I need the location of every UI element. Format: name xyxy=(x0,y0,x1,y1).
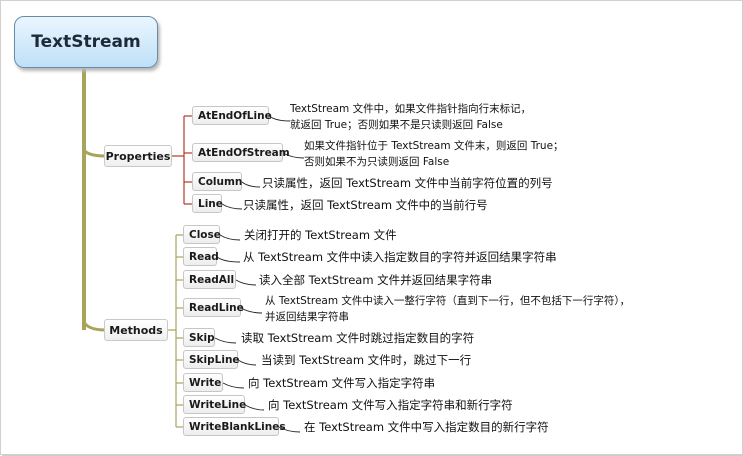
properties-bracket xyxy=(172,115,192,205)
method-close[interactable]: Close xyxy=(183,225,221,244)
method-readline[interactable]: ReadLine xyxy=(183,298,244,317)
desc-readall: 读入全部 TextStream 文件并返回结果字符串 xyxy=(259,273,493,287)
branch-methods[interactable]: Methods xyxy=(104,319,168,341)
properties-connector xyxy=(82,149,107,158)
method-writeblanklines[interactable]: WriteBlankLines xyxy=(183,417,286,436)
desc-writeline: 向 TextStream 文件写入指定字符串和新行字符 xyxy=(268,398,513,412)
method-writeline[interactable]: WriteLine xyxy=(183,395,246,414)
desc-atendofstream: 如果文件指针位于 TextStream 文件末，则返回 True； 否则如果不为… xyxy=(304,140,564,168)
desc-readline: 从 TextStream 文件中读入一整行字符（直到下一行，但不包括下一行字符）… xyxy=(265,295,631,323)
root-node[interactable]: TextStream xyxy=(14,16,158,68)
method-skip[interactable]: Skip xyxy=(183,328,215,347)
method-read[interactable]: Read xyxy=(183,247,219,266)
desc-atendofline: TextStream 文件中，如果文件指针指向行末标记， 就返回 True；否则… xyxy=(290,103,532,131)
desc-column: 只读属性，返回 TextStream 文件中当前字符位置的列号 xyxy=(262,176,553,190)
desc-read: 从 TextStream 文件中读入指定数目的字符并返回结果字符串 xyxy=(243,250,557,264)
property-column[interactable]: Column xyxy=(192,172,242,191)
desc-skipline: 当读到 TextStream 文件时，跳过下一行 xyxy=(261,353,472,367)
desc-close: 关闭打开的 TextStream 文件 xyxy=(244,228,397,242)
method-skipline[interactable]: SkipLine xyxy=(183,350,240,369)
desc-line: 只读属性，返回 TextStream 文件中的当前行号 xyxy=(243,198,488,212)
method-readall[interactable]: ReadAll xyxy=(183,270,236,289)
methods-bracket xyxy=(168,234,183,428)
property-atendofline[interactable]: AtEndOfLine xyxy=(192,106,272,125)
desc-write: 向 TextStream 文件写入指定字符串 xyxy=(248,376,436,390)
desc-skip: 读取 TextStream 文件时跳过指定数目的字符 xyxy=(241,331,475,345)
property-line[interactable]: Line xyxy=(192,194,223,213)
methods-connector xyxy=(82,321,107,332)
branch-properties[interactable]: Properties xyxy=(104,145,172,167)
method-write[interactable]: Write xyxy=(183,373,223,392)
desc-writeblanklines: 在 TextStream 文件中写入指定数目的新行字符 xyxy=(304,420,549,434)
property-atendofstream[interactable]: AtEndOfStream xyxy=(192,143,290,162)
